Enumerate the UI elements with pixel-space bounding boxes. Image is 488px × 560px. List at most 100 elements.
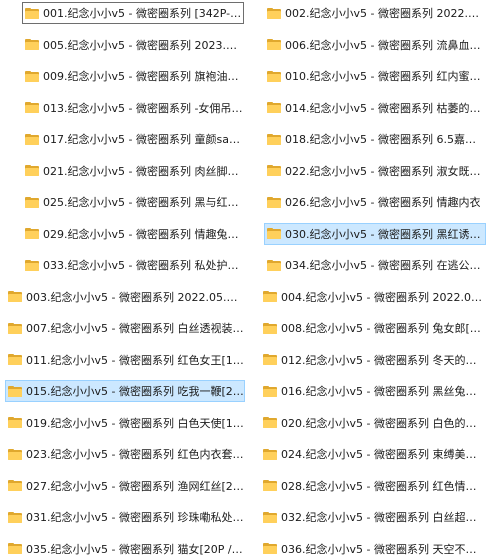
folder-icon bbox=[267, 259, 281, 271]
folder-name: 014.纪念小小v5 - 微密圈系列 枯萎的郁金香[... bbox=[285, 101, 485, 115]
folder-icon bbox=[267, 228, 281, 239]
folder-item[interactable]: 027.纪念小小v5 - 微密圈系列 渔网红丝[20P-... bbox=[5, 475, 245, 497]
folder-item[interactable]: 009.纪念小小v5 - 微密圈系列 旗袍油丝[32P-... bbox=[22, 65, 244, 87]
folder-name: 002.纪念小小v5 - 微密圈系列 2022.06.04 空... bbox=[285, 7, 485, 20]
folder-name: 036.纪念小小v5 - 微密圈系列 天空不作美[17... bbox=[281, 542, 485, 556]
folder-name: 033.纪念小小v5 - 微密圈系列 私处护垫放大... bbox=[43, 259, 243, 272]
folder-name: 010.纪念小小v5 - 微密圈系列 红内蜜桃臀[1... bbox=[285, 70, 485, 83]
folder-item[interactable]: 002.纪念小小v5 - 微密圈系列 2022.06.04 空... bbox=[264, 2, 486, 24]
folder-icon bbox=[267, 7, 281, 19]
folder-icon bbox=[263, 291, 277, 302]
folder-name: 029.纪念小小v5 - 微密圈系列 情趣兔女郎[26... bbox=[43, 227, 243, 241]
folder-item[interactable]: 018.纪念小小v5 - 微密圈系列 6.5嘉宾[31P... bbox=[264, 128, 486, 150]
folder-item[interactable]: 036.纪念小小v5 - 微密圈系列 天空不作美[17... bbox=[260, 538, 486, 560]
folder-icon bbox=[25, 7, 39, 19]
folder-item[interactable]: 011.纪念小小v5 - 微密圈系列 红色女王[17P-... bbox=[5, 349, 245, 371]
folder-icon bbox=[263, 511, 277, 523]
folder-name: 031.纪念小小v5 - 微密圈系列 珍珠嘞私处[24... bbox=[26, 511, 244, 524]
folder-icon bbox=[25, 102, 39, 113]
folder-item[interactable]: 019.纪念小小v5 - 微密圈系列 白色天使[13P... bbox=[5, 412, 245, 434]
folder-item[interactable]: 029.纪念小小v5 - 微密圈系列 情趣兔女郎[26... bbox=[22, 223, 244, 245]
folder-item[interactable]: 030.纪念小小v5 - 微密圈系列 黑红诱惑 [30P... bbox=[264, 222, 486, 245]
folder-item[interactable]: 008.纪念小小v5 - 微密圈系列 兔女郎[26P-17... bbox=[260, 317, 486, 339]
folder-name: 032.纪念小小v5 - 微密圈系列 白丝超大臀 [2... bbox=[281, 511, 485, 524]
folder-icon bbox=[25, 70, 39, 82]
folder-name: 023.纪念小小v5 - 微密圈系列 红色内衣套装[... bbox=[26, 448, 244, 461]
folder-item[interactable]: 032.纪念小小v5 - 微密圈系列 白丝超大臀 [2... bbox=[260, 506, 486, 528]
folder-item[interactable]: 023.纪念小小v5 - 微密圈系列 红色内衣套装[... bbox=[5, 443, 245, 465]
folder-icon bbox=[25, 39, 39, 50]
folder-item[interactable]: 012.纪念小小v5 - 微密圈系列 冬天的比基尼[... bbox=[260, 349, 486, 371]
folder-name: 001.纪念小小v5 - 微密圈系列 [342P-647M] bbox=[43, 7, 243, 20]
folder-icon bbox=[8, 543, 22, 554]
folder-item[interactable]: 025.纪念小小v5 - 微密圈系列 黑与红的情趣[... bbox=[22, 191, 244, 213]
folder-item[interactable]: 028.纪念小小v5 - 微密圈系列 红色情趣皮衣[... bbox=[260, 475, 486, 497]
folder-name: 035.纪念小小v5 - 微密圈系列 猫女[20P / 68... bbox=[26, 542, 244, 556]
folder-name: 016.纪念小小v5 - 微密圈系列 黑丝兔女郎[2... bbox=[281, 385, 485, 398]
folder-item[interactable]: 003.纪念小小v5 - 微密圈系列 2022.05.29 想... bbox=[5, 286, 245, 308]
folder-icon bbox=[8, 480, 22, 491]
folder-item[interactable]: 034.纪念小小v5 - 微密圈系列 在逃公主 [25P... bbox=[264, 254, 486, 276]
folder-icon bbox=[8, 511, 22, 523]
folder-icon bbox=[8, 385, 22, 397]
folder-icon bbox=[25, 165, 39, 176]
folder-grid: 001.纪念小小v5 - 微密圈系列 [342P-647M] 002.纪念小小v5… bbox=[0, 0, 488, 556]
folder-icon bbox=[267, 102, 281, 113]
folder-icon bbox=[267, 70, 281, 82]
folder-item[interactable]: 014.纪念小小v5 - 微密圈系列 枯萎的郁金香[... bbox=[264, 97, 486, 119]
folder-name: 025.纪念小小v5 - 微密圈系列 黑与红的情趣[... bbox=[43, 196, 243, 209]
folder-item[interactable]: 035.纪念小小v5 - 微密圈系列 猫女[20P / 68... bbox=[5, 538, 245, 560]
folder-item[interactable]: 001.纪念小小v5 - 微密圈系列 [342P-647M] bbox=[22, 2, 244, 24]
folder-icon bbox=[263, 354, 277, 365]
folder-item[interactable]: 024.纪念小小v5 - 微密圈系列 束缚美腿[24P... bbox=[260, 443, 486, 465]
folder-icon bbox=[267, 39, 281, 50]
folder-icon bbox=[267, 133, 281, 145]
folder-item[interactable]: 017.纪念小小v5 - 微密圈系列 童颜sao兔[35... bbox=[22, 128, 244, 150]
folder-icon bbox=[8, 448, 22, 460]
folder-item[interactable]: 022.纪念小小v5 - 微密圈系列 淑女既视[19P... bbox=[264, 160, 486, 182]
folder-name: 011.纪念小小v5 - 微密圈系列 红色女王[17P-... bbox=[26, 353, 244, 367]
folder-item[interactable]: 031.纪念小小v5 - 微密圈系列 珍珠嘞私处[24... bbox=[5, 506, 245, 528]
folder-name: 005.纪念小小v5 - 微密圈系列 2023.04.12 ... bbox=[43, 38, 243, 52]
folder-item[interactable]: 004.纪念小小v5 - 微密圈系列 2022.06.08 黑... bbox=[260, 286, 486, 308]
folder-item[interactable]: 015.纪念小小v5 - 微密圈系列 吃我一鞭[20P-... bbox=[5, 380, 245, 402]
folder-item[interactable]: 033.纪念小小v5 - 微密圈系列 私处护垫放大... bbox=[22, 254, 244, 276]
folder-name: 008.纪念小小v5 - 微密圈系列 兔女郎[26P-17... bbox=[281, 322, 485, 335]
folder-name: 003.纪念小小v5 - 微密圈系列 2022.05.29 想... bbox=[26, 290, 244, 304]
folder-name: 021.纪念小小v5 - 微密圈系列 肉丝脚丫[18P... bbox=[43, 164, 243, 178]
folder-icon bbox=[8, 354, 22, 365]
folder-name: 017.纪念小小v5 - 微密圈系列 童颜sao兔[35... bbox=[43, 133, 243, 146]
folder-name: 026.纪念小小v5 - 微密圈系列 情趣内衣 bbox=[285, 196, 481, 209]
folder-icon bbox=[263, 543, 277, 554]
folder-icon bbox=[25, 196, 39, 208]
folder-item[interactable]: 020.纪念小小v5 - 微密圈系列 白色的心动[25... bbox=[260, 412, 486, 434]
folder-item[interactable]: 005.纪念小小v5 - 微密圈系列 2023.04.12 ... bbox=[22, 34, 244, 56]
folder-name: 018.纪念小小v5 - 微密圈系列 6.5嘉宾[31P... bbox=[285, 133, 485, 146]
folder-icon bbox=[8, 417, 22, 428]
folder-name: 004.纪念小小v5 - 微密圈系列 2022.06.08 黑... bbox=[281, 290, 485, 304]
folder-name: 009.纪念小小v5 - 微密圈系列 旗袍油丝[32P-... bbox=[43, 70, 243, 83]
folder-item[interactable]: 026.纪念小小v5 - 微密圈系列 情趣内衣 bbox=[264, 191, 486, 213]
folder-name: 024.纪念小小v5 - 微密圈系列 束缚美腿[24P... bbox=[281, 448, 485, 461]
folder-name: 019.纪念小小v5 - 微密圈系列 白色天使[13P... bbox=[26, 416, 244, 430]
folder-item[interactable]: 007.纪念小小v5 - 微密圈系列 白丝透视装[20... bbox=[5, 317, 245, 339]
folder-icon bbox=[263, 448, 277, 460]
folder-icon bbox=[267, 196, 281, 208]
folder-item[interactable]: 013.纪念小小v5 - 微密圈系列 -女佣吊带[25P... bbox=[22, 97, 244, 119]
folder-name: 027.纪念小小v5 - 微密圈系列 渔网红丝[20P-... bbox=[26, 479, 244, 493]
folder-icon bbox=[8, 322, 22, 334]
folder-item[interactable]: 016.纪念小小v5 - 微密圈系列 黑丝兔女郎[2... bbox=[260, 380, 486, 402]
folder-icon bbox=[263, 322, 277, 334]
folder-icon bbox=[263, 417, 277, 428]
folder-name: 022.纪念小小v5 - 微密圈系列 淑女既视[19P... bbox=[285, 164, 485, 178]
folder-item[interactable]: 006.纪念小小v5 - 微密圈系列 流鼻血我可不... bbox=[264, 34, 486, 56]
folder-item[interactable]: 010.纪念小小v5 - 微密圈系列 红内蜜桃臀[1... bbox=[264, 65, 486, 87]
folder-icon bbox=[263, 480, 277, 491]
folder-icon bbox=[25, 133, 39, 145]
folder-name: 013.纪念小小v5 - 微密圈系列 -女佣吊带[25P... bbox=[43, 101, 243, 115]
folder-name: 020.纪念小小v5 - 微密圈系列 白色的心动[25... bbox=[281, 416, 485, 430]
folder-icon bbox=[263, 385, 277, 397]
folder-name: 034.纪念小小v5 - 微密圈系列 在逃公主 [25P... bbox=[285, 259, 485, 272]
folder-name: 006.纪念小小v5 - 微密圈系列 流鼻血我可不... bbox=[285, 38, 485, 52]
folder-item[interactable]: 021.纪念小小v5 - 微密圈系列 肉丝脚丫[18P... bbox=[22, 160, 244, 182]
